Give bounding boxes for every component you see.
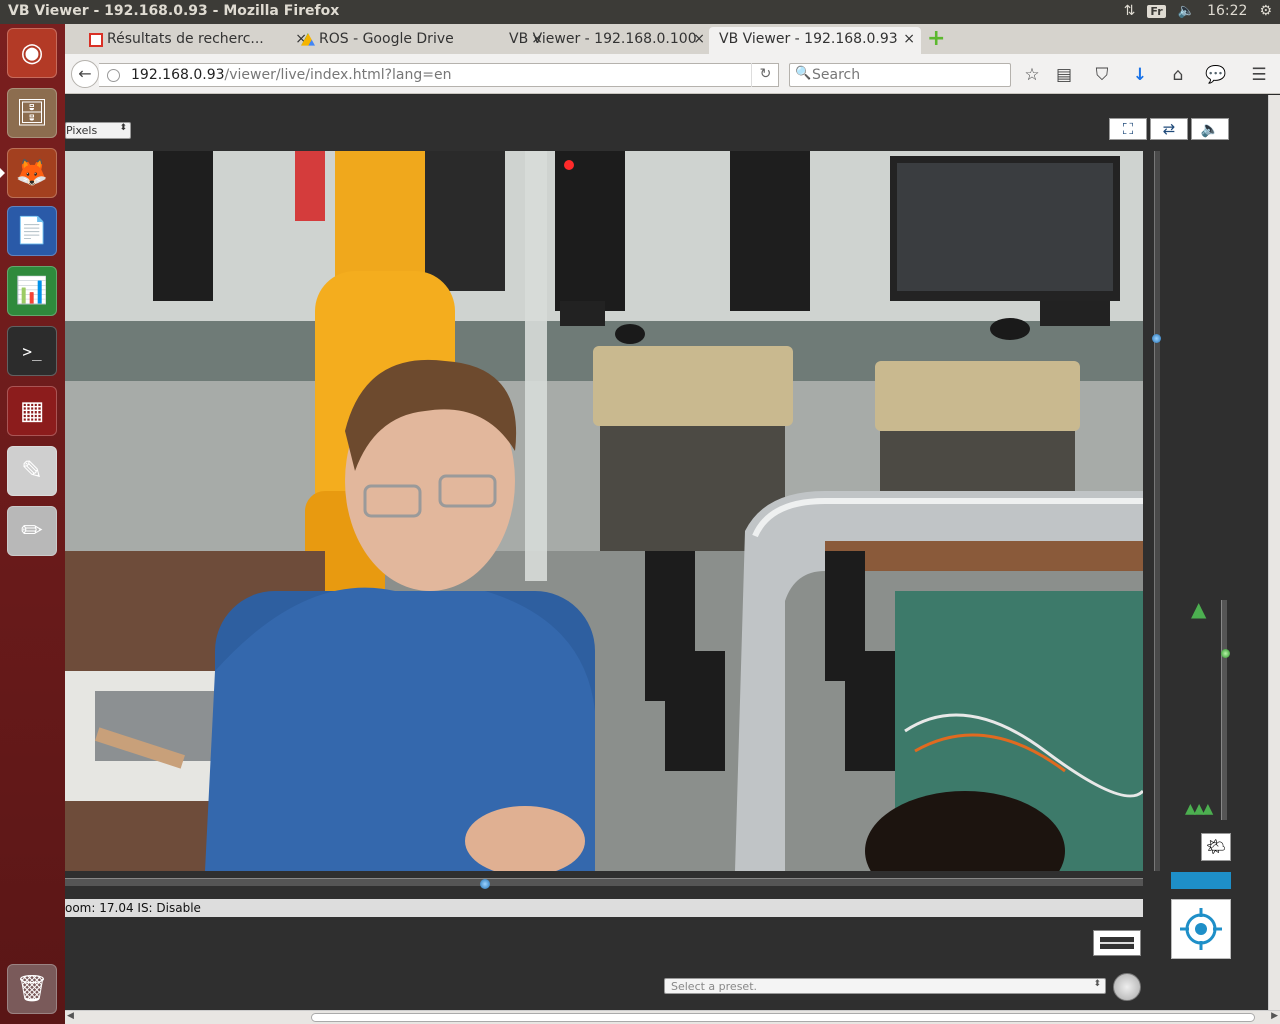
launcher-pdf-viewer-icon[interactable]: ✎ <box>7 446 57 496</box>
url-host: 192.168.0.93 <box>131 67 225 83</box>
zoom-slider-handle[interactable] <box>1221 648 1230 658</box>
preset-select[interactable]: Select a preset. ⬍ <box>664 978 1106 994</box>
launcher-files-icon[interactable]: 🗄 <box>7 88 57 138</box>
pocket-icon[interactable]: ⛉ <box>1091 64 1113 86</box>
launcher-text-editor-icon[interactable]: ✏ <box>7 506 57 556</box>
viewer-page: Pixels ⬍ ⛶ ⇄ 🔈 oom: 17.04 IS: Disable ▲ … <box>65 95 1280 1010</box>
split-view-button[interactable] <box>1093 930 1141 956</box>
preset-placeholder: Select a preset. <box>671 980 758 993</box>
bookmark-star-icon[interactable]: ☆ <box>1021 64 1043 86</box>
launcher-trash-icon[interactable]: 🗑 <box>7 964 57 1014</box>
download-icon[interactable]: ↓ <box>1129 64 1151 86</box>
tab-label: Résultats de recherc... <box>107 31 264 47</box>
search-placeholder: Search <box>812 67 861 83</box>
preset-go-button[interactable] <box>1113 973 1141 1001</box>
scroll-right-icon[interactable]: ▶ <box>1271 1011 1278 1021</box>
video-frame-illustration <box>65 151 1143 871</box>
tab-label: ROS - Google Drive <box>319 31 454 47</box>
zoom-wide-trees-icon: ▲▲▲ <box>1185 801 1213 817</box>
clock[interactable]: 16:22 <box>1207 3 1247 19</box>
chat-icon[interactable]: 💬 <box>1205 64 1227 86</box>
units-select[interactable]: Pixels ⬍ <box>65 122 131 139</box>
units-selected-value: Pixels <box>66 124 98 137</box>
navigation-bar: ← 192.168.0.93/viewer/live/index.html?la… <box>65 54 1280 94</box>
tab-strip: Résultats de recherc... × ROS - Google D… <box>65 24 1280 54</box>
url-path: /viewer/live/index.html?lang=en <box>224 67 452 83</box>
select-arrows-icon: ⬍ <box>119 123 127 133</box>
vertical-scrollbar[interactable] <box>1268 95 1280 1010</box>
search-input[interactable]: 🔍 Search <box>789 63 1011 87</box>
settings-gear-icon[interactable]: ⚙ <box>1259 3 1272 19</box>
system-top-bar: VB Viewer - 192.168.0.93 - Mozilla Firef… <box>0 0 1280 24</box>
url-bar[interactable]: 192.168.0.93/viewer/live/index.html?lang… <box>99 63 779 87</box>
backlight-compensation-button[interactable]: 🌤 <box>1201 833 1231 861</box>
globe-icon <box>107 69 120 82</box>
status-line: oom: 17.04 IS: Disable <box>65 899 1143 917</box>
gmail-icon <box>89 33 103 47</box>
launcher-ubuntu-dash-icon[interactable]: ◉ <box>7 28 57 78</box>
tab-google-drive[interactable]: ROS - Google Drive × <box>295 27 543 54</box>
launcher-firefox-icon[interactable]: 🦊 <box>0 148 57 198</box>
volume-icon[interactable]: 🔈 <box>1178 3 1195 19</box>
swap-view-button[interactable]: ⇄ <box>1150 118 1188 140</box>
tab-gmail-search[interactable]: Résultats de recherc... × <box>83 27 307 54</box>
tilt-slider[interactable] <box>1154 151 1160 871</box>
pan-slider[interactable] <box>65 878 1143 886</box>
zoom-slider[interactable] <box>1221 600 1227 820</box>
pan-slider-handle[interactable] <box>480 879 491 889</box>
tab-label: VB Viewer - 192.168.0.93 <box>719 31 898 47</box>
menu-icon[interactable]: ☰ <box>1248 64 1270 86</box>
tab-vb-viewer-93[interactable]: VB Viewer - 192.168.0.93 × <box>709 27 921 54</box>
launcher-writer-icon[interactable]: 📄 <box>7 206 57 256</box>
launcher-terminal-icon[interactable]: >_ <box>7 326 57 376</box>
keyboard-layout-indicator[interactable]: Fr <box>1147 4 1166 18</box>
search-icon: 🔍 <box>795 66 812 81</box>
horizontal-scrollbar[interactable]: ◀ ▶ <box>65 1010 1280 1024</box>
network-arrows-icon[interactable]: ⇅ <box>1124 3 1136 19</box>
fullscreen-button[interactable]: ⛶ <box>1109 118 1147 140</box>
system-tray: ⇅ Fr 🔈 16:22 ⚙ <box>1124 3 1272 19</box>
window-title: VB Viewer - 192.168.0.93 - Mozilla Firef… <box>8 3 340 19</box>
home-icon[interactable]: ⌂ <box>1167 64 1189 86</box>
google-drive-icon <box>301 33 315 46</box>
close-tab-icon[interactable]: × <box>903 31 915 47</box>
accent-bar <box>1171 872 1231 889</box>
reading-list-icon[interactable]: ▤ <box>1053 64 1075 86</box>
audio-button[interactable]: 🔈 <box>1191 118 1229 140</box>
launcher-calc-icon[interactable]: 📊 <box>7 266 57 316</box>
scroll-left-icon[interactable]: ◀ <box>67 1011 74 1021</box>
unity-launcher: ◉ 🗄 🦊 📄 📊 >_ ▦ ✎ ✏ 🗑 <box>0 24 65 1024</box>
select-arrows-icon: ⬍ <box>1093 979 1101 989</box>
zoom-tele-tree-icon: ▲ <box>1191 597 1207 621</box>
scrollbar-thumb[interactable] <box>311 1013 1255 1022</box>
reload-button[interactable]: ↻ <box>751 63 779 87</box>
close-tab-icon[interactable]: × <box>693 31 705 47</box>
live-video-feed[interactable] <box>65 151 1143 871</box>
crosshair-icon <box>1180 908 1222 950</box>
auto-focus-target-button[interactable] <box>1171 899 1231 959</box>
new-tab-button[interactable]: + <box>927 26 945 51</box>
back-button[interactable]: ← <box>71 60 99 88</box>
tab-label: VB Viewer - 192.168.0.100 <box>509 31 697 47</box>
tab-vb-viewer-100[interactable]: VB Viewer - 192.168.0.100 × <box>485 27 705 54</box>
launcher-remote-desktop-icon[interactable]: ▦ <box>7 386 57 436</box>
